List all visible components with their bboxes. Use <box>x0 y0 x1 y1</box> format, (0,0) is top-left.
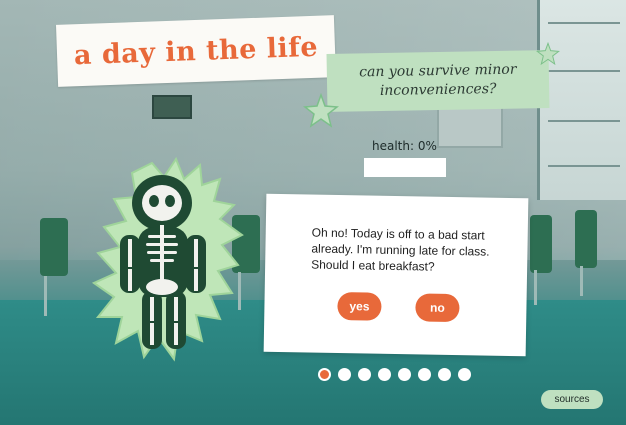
subtitle-banner: can you survive minor inconveniences? <box>326 50 550 112</box>
health-label: health: 0% <box>372 139 437 153</box>
progress-dot <box>318 367 331 381</box>
dialog-text: Oh no! Today is off to a bad start alrea… <box>311 225 490 274</box>
sources-button[interactable]: sources <box>541 390 603 409</box>
no-button[interactable]: no <box>415 293 460 323</box>
star-icon <box>536 42 560 66</box>
progress-dot <box>358 367 371 381</box>
wall-sign <box>152 95 192 119</box>
progress-dot <box>438 367 451 381</box>
progress-dot <box>338 367 351 381</box>
health-bar <box>364 158 446 177</box>
progress-dot <box>458 367 471 381</box>
star-icon <box>303 93 339 128</box>
progress-dot <box>378 367 391 381</box>
progress-dot <box>398 367 411 381</box>
progress-dots <box>318 366 478 382</box>
window <box>537 0 626 200</box>
dialog-card: Oh no! Today is off to a bad start alrea… <box>263 193 529 357</box>
progress-dot <box>418 367 431 381</box>
page-title: a day in the life <box>73 31 319 71</box>
yes-button[interactable]: yes <box>337 291 382 321</box>
skeleton-icon <box>92 156 244 362</box>
title-banner: a day in the life <box>56 15 336 87</box>
page-subtitle: can you survive minor inconveniences? <box>359 61 517 100</box>
